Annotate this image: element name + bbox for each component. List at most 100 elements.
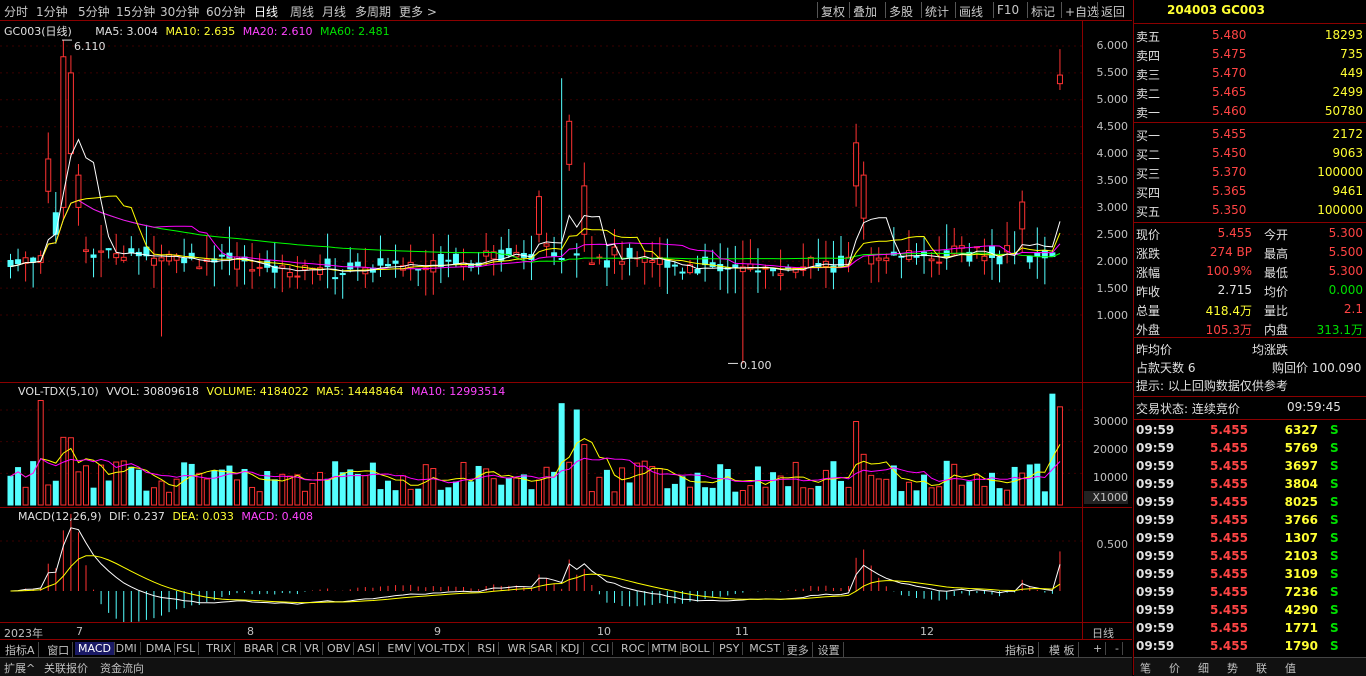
candle-body	[385, 263, 391, 267]
quote-tab-1[interactable]: 价	[1169, 660, 1180, 676]
indicator-tab-4[interactable]: DMA	[143, 642, 176, 655]
indicator-tab-12[interactable]: EMV	[384, 642, 416, 655]
indicator-tab-15[interactable]: WR	[505, 642, 531, 655]
toolbar-button-1[interactable]: 叠加	[853, 3, 877, 20]
indicator-tab-13[interactable]: VOL-TDX	[415, 642, 470, 655]
toolbar-button-2[interactable]: 多股	[889, 3, 913, 20]
tick-volume: 7236	[1284, 585, 1318, 599]
volume-bar	[883, 478, 890, 506]
volume-bar	[558, 403, 565, 506]
candle-body	[445, 259, 452, 262]
indicator-tab-16[interactable]: SAR	[527, 642, 557, 655]
stat-label: 今开	[1264, 228, 1289, 242]
macd-tick: 0.500	[1096, 538, 1129, 551]
indicator-tab-3[interactable]: DMI	[113, 642, 141, 655]
indicator-right-1[interactable]: 模 板	[1046, 642, 1079, 658]
toolbar-button-0[interactable]: 复权	[821, 3, 845, 20]
volume-bar	[90, 487, 97, 506]
indicator-tab-8[interactable]: CR	[278, 642, 301, 655]
toolbar-button-3[interactable]: 统计	[925, 3, 949, 20]
indicator-tab-18[interactable]: CCI	[588, 642, 614, 655]
indicator-tab-0[interactable]: 指标A	[2, 642, 39, 658]
bottom-tab-0[interactable]: 扩展^	[4, 660, 35, 676]
volume-tick: 30000	[1093, 415, 1128, 428]
volume-bar	[905, 481, 912, 506]
quote-tab-0[interactable]: 笔	[1140, 660, 1151, 676]
tick-side: S	[1330, 585, 1339, 599]
indicator-tab-19[interactable]: ROC	[618, 642, 649, 655]
volume-bar	[1056, 406, 1063, 506]
indicator-tab-23[interactable]: MCST	[746, 642, 785, 655]
date-label: 12	[920, 625, 934, 638]
period-tab-2[interactable]: 5分钟	[78, 3, 110, 20]
period-tab-4[interactable]: 30分钟	[160, 3, 199, 20]
tick-price: 5.455	[1210, 531, 1248, 545]
toolbar-button-8[interactable]: 返回	[1101, 3, 1125, 20]
quote-tab-5[interactable]: 值	[1285, 660, 1296, 676]
vvol-value: VVOL: 30809618	[106, 385, 200, 398]
indicator-right-0[interactable]: 指标B	[1002, 642, 1039, 658]
period-tab-0[interactable]: 分时	[4, 3, 28, 20]
quote-tab-3[interactable]: 势	[1227, 660, 1238, 676]
indicator-tab-9[interactable]: VR	[301, 642, 324, 655]
candle-body	[588, 262, 595, 265]
ask-volume: 735	[1340, 47, 1363, 61]
indicator-tab-2[interactable]: MACD	[75, 642, 115, 655]
toolbar-button-7[interactable]: +自选	[1065, 3, 1099, 20]
indicator-tab-17[interactable]: KDJ	[558, 642, 584, 655]
indicator-tab-6[interactable]: TRIX	[203, 642, 236, 655]
period-tab-7[interactable]: 周线	[290, 3, 314, 20]
volume-bar	[166, 491, 173, 506]
dif-value: DIF: 0.237	[109, 510, 165, 523]
ma20-label: MA20: 2.610	[242, 25, 313, 38]
indicator-tab-14[interactable]: RSI	[474, 642, 500, 655]
indicator-right-3[interactable]: -	[1112, 642, 1123, 655]
indicator-tab-10[interactable]: OBV	[324, 642, 355, 655]
period-tab-3[interactable]: 15分钟	[116, 3, 155, 20]
quote-tab-4[interactable]: 联	[1256, 660, 1267, 676]
period-tab-1[interactable]: 1分钟	[36, 3, 68, 20]
volume-bar	[362, 475, 369, 506]
ask-label: 卖一	[1136, 106, 1161, 120]
indicator-tab-1[interactable]: 窗口	[44, 642, 74, 658]
volume-bar	[52, 480, 59, 506]
indicator-tab-25[interactable]: 设置	[815, 642, 844, 658]
volume-bar	[687, 486, 693, 506]
volume-bar	[173, 478, 180, 506]
volume-bar	[234, 479, 240, 506]
toolbar-button-5[interactable]: F10	[997, 3, 1019, 17]
indicator-tab-20[interactable]: MTM	[648, 642, 681, 655]
indicator-tab-21[interactable]: BOLL	[678, 642, 714, 655]
volume-bar	[611, 491, 618, 506]
indicator-tab-7[interactable]: BRAR	[241, 642, 278, 655]
candle-body	[279, 265, 286, 269]
volume-bar	[143, 490, 150, 506]
bottom-tab-2[interactable]: 资金流向	[100, 660, 144, 676]
candle-body	[807, 256, 814, 268]
volume-bar	[543, 466, 550, 506]
toolbar-button-6[interactable]: 标记	[1031, 3, 1055, 20]
indicator-right-2[interactable]: +	[1090, 642, 1107, 655]
period-tab-10[interactable]: 更多 >	[399, 3, 437, 20]
candle-body	[996, 256, 1003, 265]
volume-bar	[60, 436, 67, 506]
period-label: 日线	[1092, 627, 1114, 640]
volume-bar	[249, 486, 256, 506]
period-tab-8[interactable]: 月线	[322, 3, 346, 20]
bottom-tab-1[interactable]: 关联报价	[44, 660, 88, 676]
indicator-tab-22[interactable]: PSY	[716, 642, 744, 655]
candle-body	[573, 253, 580, 256]
bottom-tabs: 扩展^ 关联报价 资金流向	[0, 657, 1132, 676]
period-tab-6[interactable]: 日线	[254, 3, 278, 20]
stat-value: 5.300	[1328, 226, 1363, 240]
ask-volume: 18293	[1324, 28, 1363, 42]
indicator-tab-11[interactable]: ASI	[354, 642, 379, 655]
period-tab-9[interactable]: 多周期	[355, 3, 391, 20]
indicator-tab-24[interactable]: 更多	[784, 642, 813, 658]
toolbar-button-4[interactable]: 画线	[959, 3, 983, 20]
volume-bar	[1004, 489, 1011, 506]
indicator-tab-5[interactable]: FSL	[173, 642, 200, 655]
stat-label: 现价	[1136, 228, 1161, 242]
quote-tab-2[interactable]: 细	[1198, 660, 1209, 676]
period-tab-5[interactable]: 60分钟	[206, 3, 245, 20]
